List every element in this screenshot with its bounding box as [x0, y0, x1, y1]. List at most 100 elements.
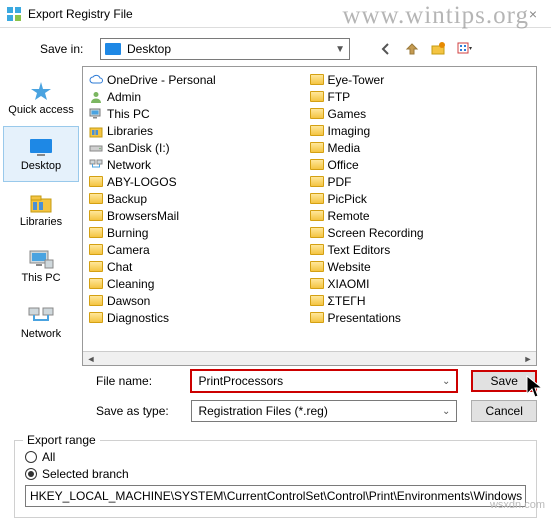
export-range-group: Export range All Selected branch HKEY_LO… — [14, 440, 537, 518]
file-item-label: Burning — [107, 226, 148, 240]
file-item-label: PDF — [328, 175, 352, 189]
file-item[interactable]: Text Editors — [310, 241, 531, 258]
place-label: This PC — [21, 272, 60, 284]
branch-path-input[interactable]: HKEY_LOCAL_MACHINE\SYSTEM\CurrentControl… — [25, 485, 526, 507]
file-item-label: Screen Recording — [328, 226, 424, 240]
place-network[interactable]: Network — [0, 294, 82, 350]
folder-icon — [310, 312, 324, 323]
file-item[interactable]: Dawson — [89, 292, 310, 309]
folder-icon — [310, 142, 324, 153]
file-item-label: Remote — [328, 209, 370, 223]
file-item[interactable]: PicPick — [310, 190, 531, 207]
body-row: Quick access Desktop Libraries This PC N… — [0, 66, 551, 366]
folder-icon — [310, 261, 324, 272]
file-item[interactable]: This PC — [89, 105, 310, 122]
file-item[interactable]: Media — [310, 139, 531, 156]
save-type-dropdown[interactable]: Registration Files (*.reg) ⌄ — [191, 400, 457, 422]
file-item[interactable]: Burning — [89, 224, 310, 241]
file-item-label: Chat — [107, 260, 132, 274]
save-button[interactable]: Save — [471, 370, 537, 392]
file-item-label: ΣΤΕΓΗ — [328, 294, 366, 308]
place-label: Libraries — [20, 216, 62, 228]
file-list-pane[interactable]: OneDrive - Personal AdminThis PCLibraries… — [82, 66, 537, 366]
file-item[interactable]: Eye-Tower — [310, 71, 531, 88]
export-range-legend: Export range — [23, 433, 100, 447]
radio-selected-branch[interactable]: Selected branch — [25, 467, 526, 481]
file-item[interactable]: XIAOMI — [310, 275, 531, 292]
place-quick-access[interactable]: Quick access — [0, 70, 82, 126]
file-item[interactable]: Libraries — [89, 122, 310, 139]
close-icon[interactable]: × — [521, 6, 545, 22]
folder-icon — [89, 210, 103, 221]
drive-icon — [89, 141, 103, 155]
file-item[interactable]: Presentations — [310, 309, 531, 326]
folder-icon — [310, 176, 324, 187]
file-item[interactable]: Backup — [89, 190, 310, 207]
file-item-label: Network — [107, 158, 151, 172]
file-item[interactable]: Website — [310, 258, 531, 275]
file-item-label: PicPick — [328, 192, 367, 206]
folder-icon — [310, 244, 324, 255]
horizontal-scrollbar[interactable]: ◄ ► — [83, 351, 536, 365]
file-item-label: Admin — [107, 90, 141, 104]
file-item[interactable]: PDF — [310, 173, 531, 190]
file-item-label: Cleaning — [107, 277, 154, 291]
new-folder-icon[interactable] — [430, 41, 446, 57]
file-item[interactable]: Screen Recording — [310, 224, 531, 241]
folder-icon — [310, 74, 324, 85]
save-in-label: Save in: — [40, 42, 90, 56]
file-item[interactable]: Admin — [89, 88, 310, 105]
file-item-label: OneDrive - Personal — [107, 73, 216, 87]
file-item-label: FTP — [328, 90, 351, 104]
file-item[interactable]: FTP — [310, 88, 531, 105]
file-item[interactable]: Camera — [89, 241, 310, 258]
view-menu-icon[interactable] — [456, 41, 472, 57]
file-item[interactable]: Diagnostics — [89, 309, 310, 326]
network-icon — [27, 304, 55, 326]
places-bar: Quick access Desktop Libraries This PC N… — [0, 66, 82, 366]
file-item[interactable]: Network — [89, 156, 310, 173]
radio-icon — [25, 451, 37, 463]
up-icon[interactable] — [404, 41, 420, 57]
folder-icon — [310, 227, 324, 238]
folder-icon — [89, 312, 103, 323]
back-icon[interactable] — [378, 41, 394, 57]
file-item[interactable]: ABY-LOGOS — [89, 173, 310, 190]
file-item[interactable]: Games — [310, 105, 531, 122]
radio-all[interactable]: All — [25, 450, 526, 464]
file-item[interactable]: Office — [310, 156, 531, 173]
save-in-value: Desktop — [127, 42, 171, 56]
file-item[interactable]: SanDisk (I:) — [89, 139, 310, 156]
cancel-button[interactable]: Cancel — [471, 400, 537, 422]
place-libraries[interactable]: Libraries — [0, 182, 82, 238]
quick-access-icon — [27, 80, 55, 102]
file-item-label: Presentations — [328, 311, 401, 325]
scroll-right-icon[interactable]: ► — [520, 352, 536, 365]
folder-icon — [89, 227, 103, 238]
scroll-left-icon[interactable]: ◄ — [83, 352, 99, 365]
save-in-dropdown[interactable]: Desktop ▼ — [100, 38, 350, 60]
place-label: Desktop — [21, 160, 61, 172]
chevron-down-icon: ▼ — [335, 44, 345, 55]
folder-icon — [310, 159, 324, 170]
chevron-down-icon[interactable]: ⌄ — [442, 406, 450, 417]
folder-icon — [310, 295, 324, 306]
place-this-pc[interactable]: This PC — [0, 238, 82, 294]
file-item-label: Eye-Tower — [328, 73, 385, 87]
place-desktop[interactable]: Desktop — [3, 126, 79, 182]
save-in-row: Save in: Desktop ▼ — [0, 28, 551, 66]
file-item[interactable]: ΣΤΕΓΗ — [310, 292, 531, 309]
desktop-icon — [27, 136, 55, 158]
net-icon — [89, 158, 103, 172]
file-item-label: SanDisk (I:) — [107, 141, 170, 155]
file-item[interactable]: Imaging — [310, 122, 531, 139]
chevron-down-icon[interactable]: ⌄ — [442, 376, 450, 387]
file-item[interactable]: Cleaning — [89, 275, 310, 292]
file-item[interactable]: OneDrive - Personal — [89, 71, 310, 88]
file-item-label: Media — [328, 141, 361, 155]
file-item[interactable]: BrowsersMail — [89, 207, 310, 224]
file-name-input[interactable]: PrintProcessors ⌄ — [191, 370, 457, 392]
file-item[interactable]: Chat — [89, 258, 310, 275]
folder-icon — [89, 244, 103, 255]
file-item[interactable]: Remote — [310, 207, 531, 224]
